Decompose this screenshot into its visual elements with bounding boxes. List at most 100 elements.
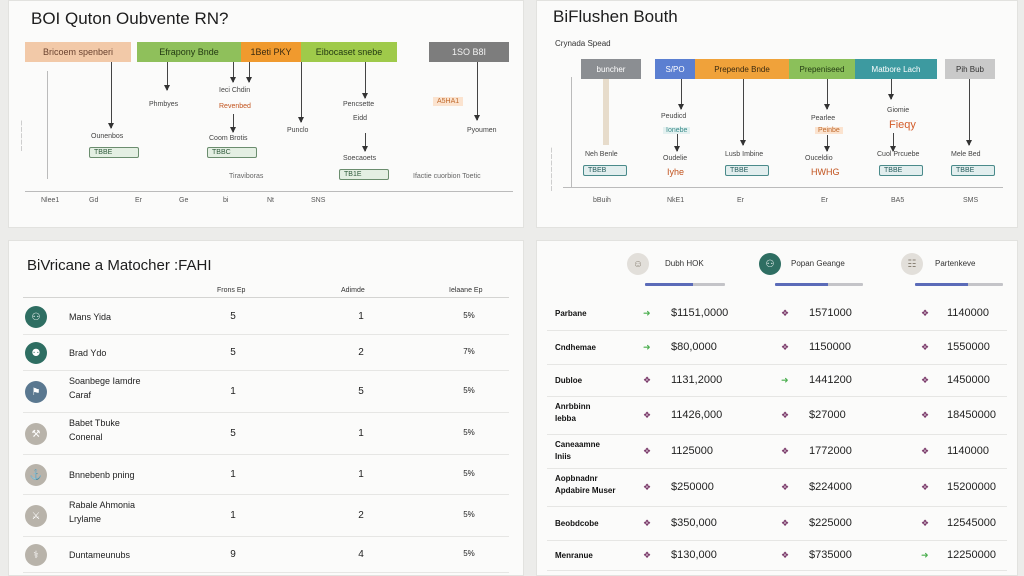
node-tag[interactable]: TBBE [89,147,139,158]
row-price-3: 12545000 [947,517,996,529]
row-subname: Apdabire Muser [555,486,616,495]
column-icon-2: ⚇ [759,253,781,275]
stage-bar-5[interactable]: Matbore Lach [855,59,937,79]
trend-down-icon: ❖ [921,410,930,420]
stage-bar-5[interactable]: 1SO B8I [429,42,509,62]
trend-down-icon: ❖ [781,410,790,420]
price-row[interactable]: Menranue ❖ $130,000 ❖ $735000 ➜ 12250000 [547,541,1007,571]
row-name: Soanbege Iamdre [69,376,141,386]
trend-down-icon: ❖ [921,342,930,352]
table-row[interactable]: ⚑ Soanbege Iamdre Caraf 1 5 5% [23,371,509,413]
trend-down-icon: ❖ [643,446,652,456]
trend-up-icon: ➜ [781,375,789,385]
row-price-3: 1550000 [947,341,990,353]
row-value-b: 5 [358,386,364,397]
x-tick-label: Gd [89,197,99,204]
x-axis [563,187,1003,188]
row-name: Mans Yida [69,312,112,322]
x-tick-label: Er [821,197,828,204]
node-label: Lusb Imbine [725,151,764,158]
axis-caption: Ifactie cuorbion Toetic [413,173,481,180]
x-tick-label: BA5 [891,197,905,204]
price-table-panel: ☺ Dubh HOK ⚇ Popan Geange ☷ Partenkeve P… [536,240,1018,576]
column-header-1[interactable]: Dubh HOK [665,259,704,268]
panel-title: BiFlushen Bouth [553,7,678,26]
table-row[interactable]: ⚕ Duntameunubs 9 4 5% [23,537,509,573]
column-header-1[interactable]: Frons Ep [217,287,245,294]
x-tick-label: NkE1 [667,197,685,204]
stage-bar-4[interactable]: Eibocaset snebe [301,42,397,62]
node-label: Soecaoets [343,155,377,162]
price-row[interactable]: Beobdcobe ❖ $350,000 ❖ $225000 ❖ 12545000 [547,507,1007,541]
connector-bar [603,79,609,145]
panel-subtitle: Crynada Spead [555,39,611,48]
column-header-2[interactable]: Popan Geange [791,259,845,268]
x-tick-label: bi [223,197,229,204]
column-underline-3 [915,283,1003,286]
stage-bar-4[interactable]: Prepeniseed [789,59,855,79]
trend-down-icon: ❖ [921,308,930,318]
table-row[interactable]: ⚇ Mans Yida 5 1 5% [23,299,509,335]
table-row[interactable]: ⚔ Rabale Ahmonia Lrylame 1 2 5% [23,495,509,537]
node-tag[interactable]: TBEB [583,165,627,176]
stage-bar-1[interactable]: buncher [581,59,641,79]
node-tag[interactable]: TBBE [725,165,769,176]
price-row[interactable]: Caneaamne Iniis ❖ 1125000 ❖ 1772000 ❖ 1140000 [547,435,1007,469]
connector-line [888,79,894,100]
column-header-2[interactable]: Adimde [341,287,365,294]
row-value-c: 5% [463,469,475,478]
row-price-1: 11426,000 [671,409,723,421]
node-label: Phmbyes [149,101,179,108]
connector-line [740,79,746,146]
row-subname: Iebba [555,414,576,423]
header-divider [23,297,509,298]
table-row[interactable]: ⚒ Babet Tbuke Conenal 5 1 5% [23,413,509,455]
row-price-2: $225000 [809,517,852,529]
table-row[interactable]: ⚉ Brad Ydo 5 2 7% [23,335,509,371]
connector-line [474,62,480,121]
connector-line [678,79,684,110]
node-tag[interactable]: TBBE [951,165,995,176]
price-row[interactable]: Parbane ➜ $1151,0000 ❖ 1571000 ❖ 1140000 [547,297,1007,331]
row-name: Beobdcobe [555,519,599,528]
stage-bar-3[interactable]: 1Beti PKY [241,42,301,62]
column-header-3[interactable]: Partenkeve [935,259,975,268]
stage-bar-2[interactable]: S/PO [655,59,695,79]
row-subname: Conenal [69,432,103,442]
price-row[interactable]: Aopbnadnr Apdabire Muser ❖ $250000 ❖ $224000 ❖… [547,469,1007,507]
row-subname: Iniis [555,452,572,461]
connector-line [824,135,830,152]
node-label-highlight: Peinbe [815,127,843,134]
stage-bar-1[interactable]: Bricoem spenberi [25,42,131,62]
connector-line [824,79,830,110]
trend-up-icon: ➜ [643,342,651,352]
stage-bar-2[interactable]: Efrapony Bnde [137,42,241,62]
node-label: Eidd [353,115,368,122]
price-row[interactable]: Dubloe ❖ 1131,2000 ➜ 1441200 ❖ 1450000 [547,365,1007,397]
row-price-2: $735000 [809,549,852,561]
x-tick-label: SMS [963,197,979,204]
stage-bar-3[interactable]: Prepende Bnde [695,59,789,79]
row-price-1: $350,000 [671,517,717,529]
y-tick-label: — — — — — — — [549,147,555,191]
price-row[interactable]: Anrbbinn Iebba ❖ 11426,000 ❖ $27000 ❖ 18450000 [547,397,1007,435]
column-header-3[interactable]: Ielaane Ep [449,287,482,294]
node-tag[interactable]: TBBE [879,165,923,176]
row-price-2: $27000 [809,409,846,421]
price-row[interactable]: Cndhemae ➜ $80,0000 ❖ 1150000 ❖ 1550000 [547,331,1007,365]
row-value-b: 2 [358,510,364,521]
row-name: Parbane [555,309,587,318]
table-row[interactable]: ⚓ Bnnebenb pning 1 1 5% [23,455,509,495]
row-name: Brad Ydo [69,348,107,358]
node-label: Punclo [287,127,309,134]
node-label: Cuol Prcuebe [877,151,920,158]
row-price-3: 1450000 [947,374,990,386]
node-tag[interactable]: TB1E [339,169,389,180]
row-value-b: 4 [358,549,364,560]
row-value-c: 5% [463,428,475,437]
stage-bar-6[interactable]: Pih Bub [945,59,995,79]
row-name: Dubloe [555,376,583,385]
node-tag[interactable]: TBBC [207,147,257,158]
node-label: Ouceldio [805,155,833,162]
y-axis [571,77,572,187]
